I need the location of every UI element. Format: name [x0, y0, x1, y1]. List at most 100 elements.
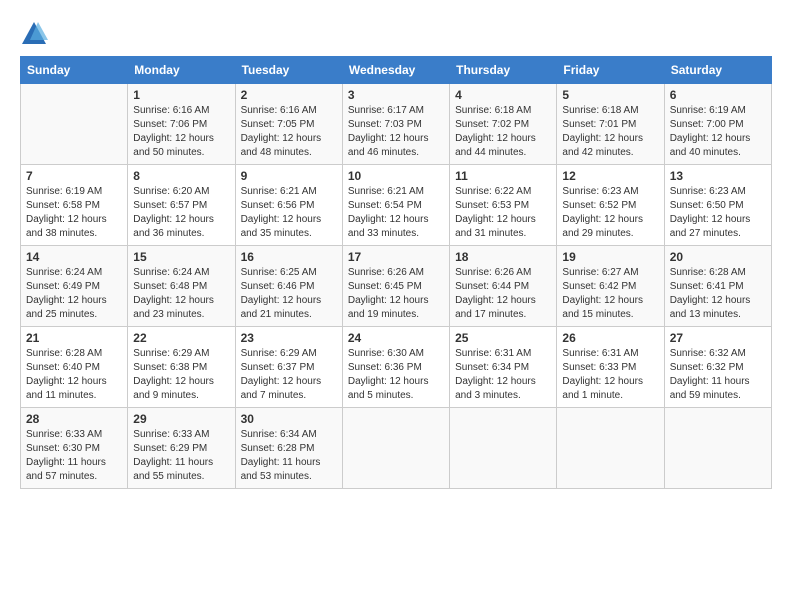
calendar-cell: 10 Sunrise: 6:21 AM Sunset: 6:54 PM Dayli… — [342, 165, 449, 246]
column-header-saturday: Saturday — [664, 57, 771, 84]
day-number: 15 — [133, 250, 229, 264]
calendar-cell: 27 Sunrise: 6:32 AM Sunset: 6:32 PM Dayli… — [664, 327, 771, 408]
day-number: 19 — [562, 250, 658, 264]
day-info: Sunrise: 6:28 AM Sunset: 6:40 PM Dayligh… — [26, 347, 122, 403]
day-info: Sunrise: 6:33 AM Sunset: 6:30 PM Dayligh… — [26, 428, 122, 484]
day-info: Sunrise: 6:31 AM Sunset: 6:33 PM Dayligh… — [562, 347, 658, 403]
day-info: Sunrise: 6:18 AM Sunset: 7:02 PM Dayligh… — [455, 104, 551, 160]
calendar-week-3: 14Sunrise: 6:24 AM Sunset: 6:49 PM Dayli… — [21, 246, 772, 327]
day-number: 22 — [133, 331, 229, 345]
calendar-week-5: 28 Sunrise: 6:33 AM Sunset: 6:30 PM Dayli… — [21, 408, 772, 489]
day-info: Sunrise: 6:29 AM Sunset: 6:38 PM Dayligh… — [133, 347, 229, 403]
day-number: 25 — [455, 331, 551, 345]
day-info: Sunrise: 6:21 AM Sunset: 6:56 PM Dayligh… — [241, 185, 337, 241]
calendar-cell: 19 Sunrise: 6:27 AM Sunset: 6:42 PM Dayli… — [557, 246, 664, 327]
day-info: Sunrise: 6:29 AM Sunset: 6:37 PM Dayligh… — [241, 347, 337, 403]
day-number: 28 — [26, 412, 122, 426]
calendar-cell: 6 Sunrise: 6:19 AM Sunset: 7:00 PM Daylig… — [664, 84, 771, 165]
day-number: 21 — [26, 331, 122, 345]
calendar-cell: 9 Sunrise: 6:21 AM Sunset: 6:56 PM Daylig… — [235, 165, 342, 246]
calendar-cell: 28 Sunrise: 6:33 AM Sunset: 6:30 PM Dayli… — [21, 408, 128, 489]
page-header — [20, 20, 772, 48]
day-info: Sunrise: 6:16 AM Sunset: 7:05 PM Dayligh… — [241, 104, 337, 160]
day-info: Sunrise: 6:28 AM Sunset: 6:41 PM Dayligh… — [670, 266, 766, 322]
day-number: 18 — [455, 250, 551, 264]
column-header-wednesday: Wednesday — [342, 57, 449, 84]
day-number: 8 — [133, 169, 229, 183]
calendar-cell: 1 Sunrise: 6:16 AM Sunset: 7:06 PM Daylig… — [128, 84, 235, 165]
day-info: Sunrise: 6:22 AM Sunset: 6:53 PM Dayligh… — [455, 185, 551, 241]
calendar-cell: 30 Sunrise: 6:34 AM Sunset: 6:28 PM Dayli… — [235, 408, 342, 489]
calendar-week-2: 7 Sunrise: 6:19 AM Sunset: 6:58 PM Daylig… — [21, 165, 772, 246]
day-number: 13 — [670, 169, 766, 183]
day-info: Sunrise: 6:23 AM Sunset: 6:52 PM Dayligh… — [562, 185, 658, 241]
calendar-cell: 20 Sunrise: 6:28 AM Sunset: 6:41 PM Dayli… — [664, 246, 771, 327]
calendar-cell: 7 Sunrise: 6:19 AM Sunset: 6:58 PM Daylig… — [21, 165, 128, 246]
day-number: 2 — [241, 88, 337, 102]
calendar-cell: 4 Sunrise: 6:18 AM Sunset: 7:02 PM Daylig… — [450, 84, 557, 165]
calendar-cell: 16Sunrise: 6:25 AM Sunset: 6:46 PM Dayli… — [235, 246, 342, 327]
day-number: 27 — [670, 331, 766, 345]
calendar-cell: 2 Sunrise: 6:16 AM Sunset: 7:05 PM Daylig… — [235, 84, 342, 165]
calendar-cell: 26 Sunrise: 6:31 AM Sunset: 6:33 PM Dayli… — [557, 327, 664, 408]
day-info: Sunrise: 6:33 AM Sunset: 6:29 PM Dayligh… — [133, 428, 229, 484]
day-number: 9 — [241, 169, 337, 183]
day-info: Sunrise: 6:17 AM Sunset: 7:03 PM Dayligh… — [348, 104, 444, 160]
calendar-cell — [342, 408, 449, 489]
calendar-cell: 11 Sunrise: 6:22 AM Sunset: 6:53 PM Dayli… — [450, 165, 557, 246]
day-info: Sunrise: 6:32 AM Sunset: 6:32 PM Dayligh… — [670, 347, 766, 403]
logo-icon — [20, 20, 48, 48]
calendar-cell: 21 Sunrise: 6:28 AM Sunset: 6:40 PM Dayli… — [21, 327, 128, 408]
calendar-cell: 8Sunrise: 6:20 AM Sunset: 6:57 PM Daylig… — [128, 165, 235, 246]
day-number: 5 — [562, 88, 658, 102]
day-info: Sunrise: 6:31 AM Sunset: 6:34 PM Dayligh… — [455, 347, 551, 403]
calendar-table: SundayMondayTuesdayWednesdayThursdayFrid… — [20, 56, 772, 489]
day-info: Sunrise: 6:30 AM Sunset: 6:36 PM Dayligh… — [348, 347, 444, 403]
calendar-cell — [664, 408, 771, 489]
day-number: 24 — [348, 331, 444, 345]
day-number: 20 — [670, 250, 766, 264]
calendar-cell: 3Sunrise: 6:17 AM Sunset: 7:03 PM Daylig… — [342, 84, 449, 165]
day-number: 17 — [348, 250, 444, 264]
calendar-cell: 25 Sunrise: 6:31 AM Sunset: 6:34 PM Dayli… — [450, 327, 557, 408]
calendar-cell: 5 Sunrise: 6:18 AM Sunset: 7:01 PM Daylig… — [557, 84, 664, 165]
day-number: 7 — [26, 169, 122, 183]
calendar-header: SundayMondayTuesdayWednesdayThursdayFrid… — [21, 57, 772, 84]
day-number: 26 — [562, 331, 658, 345]
calendar-cell: 14Sunrise: 6:24 AM Sunset: 6:49 PM Dayli… — [21, 246, 128, 327]
day-number: 12 — [562, 169, 658, 183]
calendar-cell: 23 Sunrise: 6:29 AM Sunset: 6:37 PM Dayli… — [235, 327, 342, 408]
day-info: Sunrise: 6:27 AM Sunset: 6:42 PM Dayligh… — [562, 266, 658, 322]
calendar-week-4: 21 Sunrise: 6:28 AM Sunset: 6:40 PM Dayli… — [21, 327, 772, 408]
column-header-monday: Monday — [128, 57, 235, 84]
day-number: 23 — [241, 331, 337, 345]
day-number: 11 — [455, 169, 551, 183]
calendar-cell: 29 Sunrise: 6:33 AM Sunset: 6:29 PM Dayli… — [128, 408, 235, 489]
day-info: Sunrise: 6:23 AM Sunset: 6:50 PM Dayligh… — [670, 185, 766, 241]
day-number: 30 — [241, 412, 337, 426]
calendar-week-1: 1 Sunrise: 6:16 AM Sunset: 7:06 PM Daylig… — [21, 84, 772, 165]
day-info: Sunrise: 6:24 AM Sunset: 6:49 PM Dayligh… — [26, 266, 122, 322]
calendar-cell — [21, 84, 128, 165]
calendar-cell: 13 Sunrise: 6:23 AM Sunset: 6:50 PM Dayli… — [664, 165, 771, 246]
column-header-thursday: Thursday — [450, 57, 557, 84]
calendar-cell — [557, 408, 664, 489]
calendar-cell: 15Sunrise: 6:24 AM Sunset: 6:48 PM Dayli… — [128, 246, 235, 327]
column-header-friday: Friday — [557, 57, 664, 84]
day-info: Sunrise: 6:26 AM Sunset: 6:44 PM Dayligh… — [455, 266, 551, 322]
day-info: Sunrise: 6:18 AM Sunset: 7:01 PM Dayligh… — [562, 104, 658, 160]
day-number: 29 — [133, 412, 229, 426]
column-header-sunday: Sunday — [21, 57, 128, 84]
day-info: Sunrise: 6:19 AM Sunset: 7:00 PM Dayligh… — [670, 104, 766, 160]
day-number: 6 — [670, 88, 766, 102]
day-info: Sunrise: 6:19 AM Sunset: 6:58 PM Dayligh… — [26, 185, 122, 241]
day-info: Sunrise: 6:16 AM Sunset: 7:06 PM Dayligh… — [133, 104, 229, 160]
day-number: 1 — [133, 88, 229, 102]
calendar-cell: 18 Sunrise: 6:26 AM Sunset: 6:44 PM Dayli… — [450, 246, 557, 327]
calendar-cell: 24 Sunrise: 6:30 AM Sunset: 6:36 PM Dayli… — [342, 327, 449, 408]
calendar-cell: 17Sunrise: 6:26 AM Sunset: 6:45 PM Dayli… — [342, 246, 449, 327]
day-info: Sunrise: 6:34 AM Sunset: 6:28 PM Dayligh… — [241, 428, 337, 484]
day-info: Sunrise: 6:21 AM Sunset: 6:54 PM Dayligh… — [348, 185, 444, 241]
day-number: 4 — [455, 88, 551, 102]
day-number: 10 — [348, 169, 444, 183]
